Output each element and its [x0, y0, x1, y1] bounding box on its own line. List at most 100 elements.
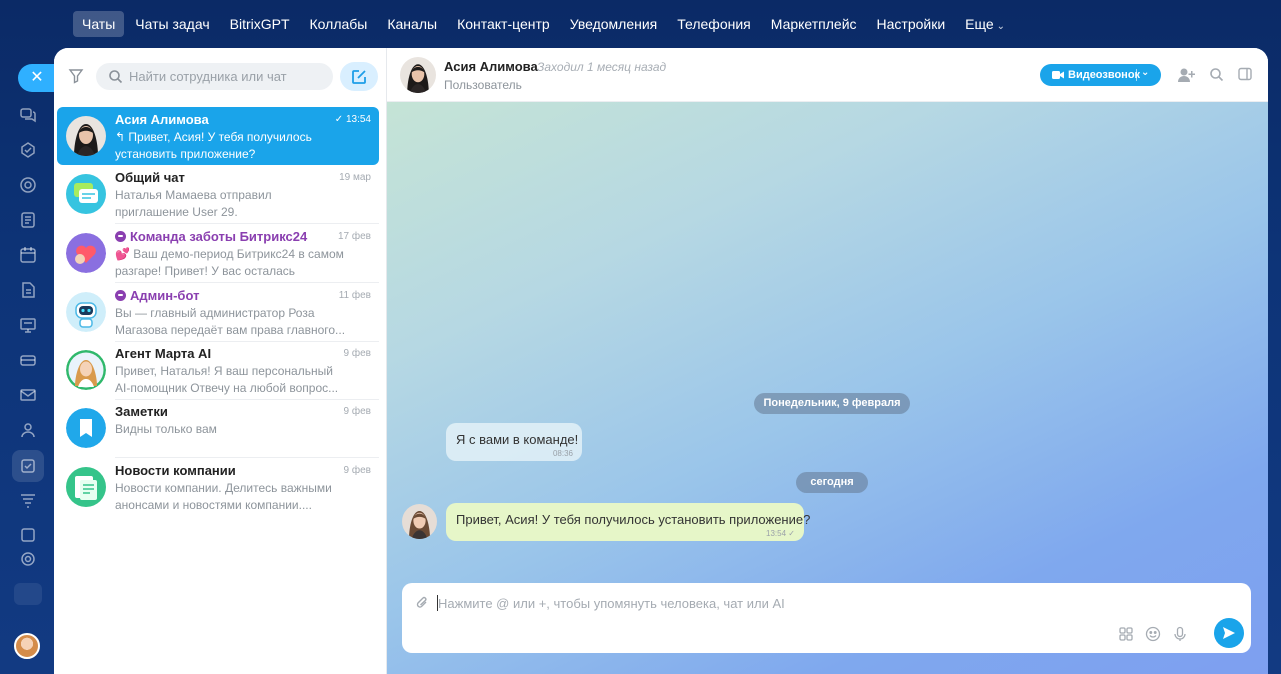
chat-area: Асия Алимова Заходил 1 месяц назад Польз… [387, 48, 1268, 674]
nav-chats[interactable]: Чаты [73, 11, 125, 37]
chat-time: ✓ 13:54 [335, 114, 371, 125]
chat-name: Админ-бот [115, 288, 199, 303]
chat-preview: Видны только вам [115, 422, 217, 436]
nav-collabs[interactable]: Коллабы [301, 11, 377, 37]
group-chat-icon [66, 174, 106, 214]
chat-time: 17 фев [337, 231, 371, 242]
messenger-window: Асия Алимова ✓ 13:54 ↰ Привет, Асия! У т… [54, 48, 1268, 674]
contacts-icon[interactable] [19, 421, 37, 439]
video-call-button[interactable]: Видеозвонок ⌄ [1040, 64, 1161, 86]
chat-item-asiya-alimova[interactable]: Асия Алимова ✓ 13:54 ↰ Привет, Асия! У т… [57, 107, 379, 165]
settings-icon[interactable] [19, 550, 37, 568]
bot-icon [115, 290, 126, 301]
chat-item-admin-bot[interactable]: Админ-бот 11 фев Вы — главный администра… [57, 283, 379, 342]
calendar-icon[interactable] [19, 246, 37, 264]
checkbox-icon[interactable] [19, 457, 37, 475]
crm-icon[interactable] [19, 351, 37, 369]
emoji-icon[interactable] [1145, 626, 1161, 642]
chat-time-value: 13:54 [345, 114, 371, 125]
message-text: Я с вами в команде! [456, 432, 579, 447]
header-avatar[interactable] [400, 57, 436, 93]
chat-item-notes[interactable]: Заметки 9 фев Видны только вам [57, 399, 379, 458]
filter-icon[interactable] [19, 491, 37, 509]
message-time-value: 13:54 [766, 529, 787, 538]
compose-icon [352, 70, 366, 84]
chats-icon[interactable] [19, 106, 37, 124]
clock-icon[interactable] [19, 526, 37, 544]
person-icon [66, 116, 106, 156]
chat-time: 9 фев [343, 348, 371, 359]
search-input[interactable] [129, 63, 329, 90]
chat-item-care-team[interactable]: Команда заботы Битрикс24 17 фев 💕 Ваш де… [57, 224, 379, 283]
video-call-label: Видеозвонок [1068, 69, 1141, 81]
left-rail: ✕ [0, 48, 56, 674]
chat-time: 9 фев [343, 465, 371, 476]
chat-preview: Привет, Наталья! Я ваш персональный AI-п… [115, 364, 339, 395]
nav-more[interactable]: Еще ⌄ [956, 11, 1014, 37]
tasks-icon[interactable] [19, 141, 37, 159]
message-time: 13:54 ✓ [766, 529, 795, 538]
chat-name: Агент Марта AI [115, 346, 212, 361]
mail-icon[interactable] [19, 386, 37, 404]
chat-name-text: Админ-бот [130, 288, 200, 303]
nav-channels[interactable]: Каналы [378, 11, 446, 37]
paperclip-icon[interactable] [415, 595, 429, 611]
message-composer [402, 583, 1251, 653]
user-avatar[interactable] [14, 633, 40, 659]
chat-item-general[interactable]: Общий чат 19 мар Наталья Мамаева отправи… [57, 165, 379, 224]
top-navigation: Чаты Чаты задач BitrixGPT Коллабы Каналы… [0, 0, 1281, 48]
chat-time: 19 мар [339, 172, 371, 183]
close-icon[interactable]: ✕ [18, 64, 56, 92]
bot-icon [115, 231, 126, 242]
add-user-icon[interactable] [1178, 67, 1195, 83]
apps-grid-icon[interactable] [1118, 626, 1134, 642]
nav-task-chats[interactable]: Чаты задач [126, 11, 218, 37]
robot-icon [66, 292, 106, 332]
feed-icon[interactable] [19, 211, 37, 229]
nav-bitrixgpt[interactable]: BitrixGPT [221, 11, 299, 37]
search-icon [108, 69, 123, 84]
message-incoming[interactable]: Я с вами в команде! 08:36 [446, 423, 582, 461]
message-sender-avatar[interactable] [402, 504, 437, 539]
message-text: Привет, Асия! У тебя получилось установи… [456, 512, 811, 527]
chat-preview: ↰ Привет, Асия! У тебя получилось устано… [115, 130, 312, 161]
header-last-seen: Заходил 1 месяц назад [537, 60, 667, 74]
filter-icon[interactable] [68, 68, 84, 84]
news-icon [66, 467, 106, 507]
chat-preview: Вы — главный администратор Роза Магазова… [115, 306, 346, 337]
gpt-icon[interactable] [19, 176, 37, 194]
nav-telephony[interactable]: Телефония [668, 11, 759, 37]
nav-marketplace[interactable]: Маркетплейс [762, 11, 866, 37]
chevron-down-icon: ⌄ [996, 21, 1006, 32]
double-check-icon: ✓ [334, 114, 346, 125]
chat-name: Команда заботы Битрикс24 [115, 229, 307, 244]
board-icon[interactable] [19, 316, 37, 334]
header-role: Пользователь [444, 78, 522, 92]
nav-settings[interactable]: Настройки [868, 11, 955, 37]
chat-item-company-news[interactable]: Новости компании 9 фев Новости компании.… [57, 458, 379, 516]
send-button[interactable] [1214, 618, 1244, 648]
chat-name: Общий чат [115, 170, 185, 185]
chat-preview: 💕 Ваш демо-период Битрикс24 в самом разг… [115, 247, 344, 278]
nav-notifications[interactable]: Уведомления [561, 11, 667, 37]
date-separator: сегодня [796, 472, 868, 493]
rail-extra-button[interactable] [14, 583, 42, 605]
sidebar-toggle-icon[interactable] [1238, 67, 1254, 83]
chat-item-agent-marta[interactable]: Агент Марта AI 9 фев Привет, Наталья! Я … [57, 341, 379, 400]
message-input[interactable] [438, 593, 1138, 613]
chat-time: 9 фев [343, 406, 371, 417]
nav-contact-center[interactable]: Контакт-центр [448, 11, 559, 37]
docs-icon[interactable] [19, 281, 37, 299]
message-outgoing[interactable]: Привет, Асия! У тебя получилось установи… [446, 503, 810, 541]
search-icon[interactable] [1209, 67, 1225, 83]
new-chat-button[interactable] [340, 62, 378, 91]
check-icon: ✓ [788, 529, 795, 538]
chat-time: 11 фев [338, 290, 371, 301]
divider [1136, 69, 1137, 81]
message-time: 08:36 [552, 449, 573, 458]
nav-more-label: Еще [965, 16, 994, 32]
chevron-down-icon[interactable]: ⌄ [1141, 67, 1149, 78]
ai-agent-icon [66, 350, 106, 390]
microphone-icon[interactable] [1172, 626, 1188, 642]
header-contact-name[interactable]: Асия Алимова [444, 59, 538, 74]
